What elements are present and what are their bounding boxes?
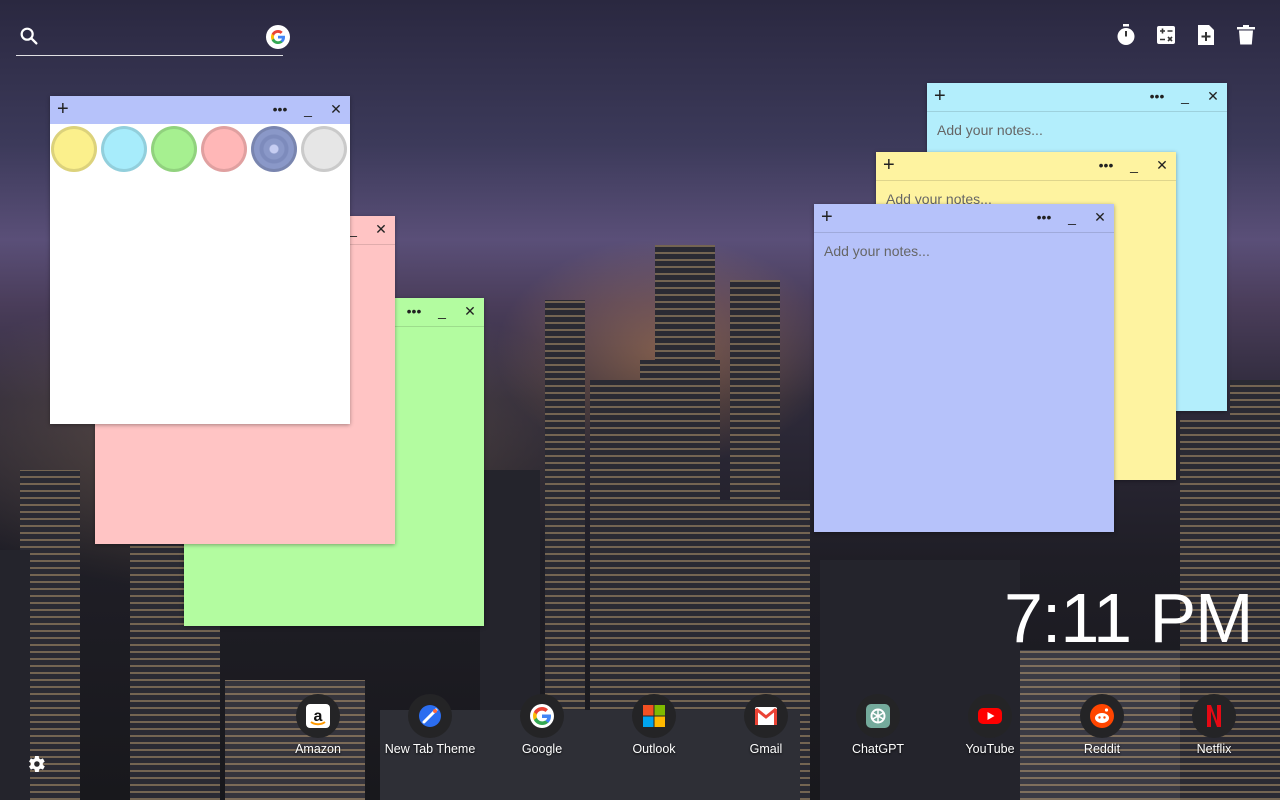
reddit-icon[interactable] <box>1080 694 1124 738</box>
shortcut-label: New Tab Theme <box>384 742 476 756</box>
color-swatch[interactable] <box>101 126 147 172</box>
minimize-icon[interactable]: _ <box>300 100 316 118</box>
color-swatch[interactable] <box>301 126 347 172</box>
add-note-icon[interactable]: + <box>57 99 69 119</box>
netflix-icon[interactable] <box>1192 694 1236 738</box>
note-text-area[interactable]: Add your notes... <box>814 233 1114 269</box>
color-swatch[interactable] <box>201 126 247 172</box>
youtube-icon[interactable] <box>968 694 1012 738</box>
more-options-icon[interactable]: ••• <box>1098 156 1114 174</box>
note-titlebar[interactable]: + ••• _ ✕ <box>927 83 1227 112</box>
more-options-icon[interactable]: ••• <box>272 100 288 118</box>
shortcut-label: Outlook <box>632 742 676 756</box>
timer-icon[interactable] <box>1116 24 1136 46</box>
clock: 7:11 PM <box>1004 579 1253 657</box>
minimize-icon[interactable]: _ <box>1177 87 1193 105</box>
minimize-icon[interactable]: _ <box>1126 156 1142 174</box>
shortcut-reddit[interactable]: Reddit <box>1046 694 1158 756</box>
shortcut-label: Netflix <box>1196 742 1232 756</box>
calculator-icon[interactable] <box>1156 24 1176 46</box>
add-note-icon[interactable]: + <box>821 207 833 227</box>
search-bar[interactable] <box>16 22 290 56</box>
more-options-icon[interactable]: ••• <box>1149 87 1165 105</box>
shortcut-amazon[interactable]: a Amazon <box>262 694 374 756</box>
gmail-icon[interactable] <box>744 694 788 738</box>
search-icon[interactable] <box>18 25 40 47</box>
shortcut-label: YouTube <box>965 742 1015 756</box>
shortcut-dock: a Amazon New Tab Theme Google Outlook Gmail Ch… <box>262 694 1270 756</box>
color-swatch[interactable] <box>51 126 97 172</box>
top-toolbar <box>1116 24 1256 46</box>
sticky-note-blue[interactable]: + ••• _ ✕ Add your notes... <box>814 204 1114 532</box>
note-titlebar[interactable]: + ••• _ ✕ <box>50 96 350 124</box>
shortcut-gmail[interactable]: Gmail <box>710 694 822 756</box>
note-titlebar[interactable]: + ••• _ ✕ <box>876 152 1176 181</box>
shortcut-label: Amazon <box>295 742 341 756</box>
color-swatch[interactable] <box>151 126 197 172</box>
sticky-note-white[interactable]: + ••• _ ✕ <box>50 96 350 424</box>
note-titlebar[interactable]: + ••• _ ✕ <box>814 204 1114 233</box>
shortcut-chatgpt[interactable]: ChatGPT <box>822 694 934 756</box>
more-options-icon[interactable]: ••• <box>406 302 422 320</box>
outlook-icon[interactable] <box>632 694 676 738</box>
google-search-engine-icon[interactable] <box>266 25 290 49</box>
minimize-icon[interactable]: _ <box>1064 208 1080 226</box>
note-text-area[interactable]: Add your notes... <box>927 112 1227 148</box>
close-icon[interactable]: ✕ <box>462 302 478 320</box>
new-note-icon[interactable] <box>1196 24 1216 46</box>
shortcut-google[interactable]: Google <box>486 694 598 756</box>
color-palette <box>50 124 350 174</box>
shortcut-youtube[interactable]: YouTube <box>934 694 1046 756</box>
close-icon[interactable]: ✕ <box>1205 87 1221 105</box>
shortcut-label: ChatGPT <box>851 742 905 756</box>
amazon-icon[interactable]: a <box>296 694 340 738</box>
settings-gear-icon[interactable] <box>25 753 47 775</box>
shortcut-new-tab-theme[interactable]: New Tab Theme <box>374 694 486 756</box>
svg-text:a: a <box>314 708 323 725</box>
more-options-icon[interactable]: ••• <box>1036 208 1052 226</box>
new-tab-theme-icon[interactable] <box>408 694 452 738</box>
shortcut-label: Gmail <box>749 742 783 756</box>
add-note-icon[interactable]: + <box>883 155 895 175</box>
shortcut-outlook[interactable]: Outlook <box>598 694 710 756</box>
google-icon[interactable] <box>520 694 564 738</box>
close-icon[interactable]: ✕ <box>1154 156 1170 174</box>
color-swatch[interactable] <box>251 126 297 172</box>
close-icon[interactable]: ✕ <box>1092 208 1108 226</box>
minimize-icon[interactable]: _ <box>434 302 450 320</box>
shortcut-netflix[interactable]: Netflix <box>1158 694 1270 756</box>
close-icon[interactable]: ✕ <box>373 220 389 238</box>
shortcut-label: Google <box>521 742 563 756</box>
chatgpt-icon[interactable] <box>856 694 900 738</box>
shortcut-label: Reddit <box>1083 742 1121 756</box>
close-icon[interactable]: ✕ <box>328 100 344 118</box>
trash-icon[interactable] <box>1236 24 1256 46</box>
add-note-icon[interactable]: + <box>934 86 946 106</box>
